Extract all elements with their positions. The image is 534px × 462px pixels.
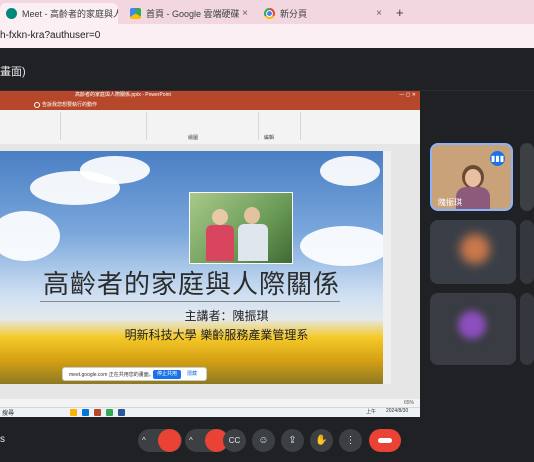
tab-label: 新分頁: [280, 9, 308, 19]
body-shape: [206, 225, 234, 261]
powerpoint-title-bar: 高齡者的家庭與人際關係.pptx - PowerPoint — ▢ ✕: [0, 91, 420, 100]
ribbon-group-drawing[interactable]: 繪圖: [148, 112, 259, 141]
present-icon[interactable]: ⇪: [281, 429, 304, 452]
cloud-shape: [300, 226, 383, 266]
slide-affiliation: 明新科技大學 樂齡服務產業管理系: [124, 328, 309, 342]
more-options-icon[interactable]: ⋮: [339, 429, 362, 452]
edge-icon[interactable]: [82, 409, 89, 416]
slide-title: 高齡者的家庭與人際關係: [42, 270, 340, 300]
participant-tile-partial[interactable]: [520, 220, 534, 284]
avatar: [458, 311, 486, 339]
meeting-info-glyph: s: [0, 434, 5, 445]
vertical-scrollbar[interactable]: [383, 151, 391, 384]
chevron-up-icon[interactable]: ^: [142, 429, 146, 452]
drive-icon: [130, 8, 141, 19]
emoji-icon[interactable]: ☺: [252, 429, 275, 452]
slide-area: 高齡者的家庭與人際關係 主講者：隗振琪 明新科技大學 樂齡服務產業管理系: [0, 144, 420, 399]
speaking-indicator-icon: ▮▮▮: [490, 151, 505, 166]
raise-hand-icon[interactable]: ✋: [310, 429, 333, 452]
ribbon-group-editing[interactable]: 編輯: [260, 112, 301, 141]
meeting-title: 畫面): [0, 66, 26, 78]
chevron-up-icon[interactable]: ^: [189, 429, 193, 452]
close-icon[interactable]: ×: [376, 8, 382, 19]
face-shape: [244, 207, 260, 224]
window-controls[interactable]: — ▢ ✕: [399, 91, 416, 100]
tab-new[interactable]: 新分頁 ×: [258, 3, 388, 24]
cloud-shape: [0, 211, 60, 261]
windows-taskbar: 搜尋 上午 2024/8/30: [0, 407, 420, 417]
participant-tile-blurred[interactable]: [430, 293, 516, 365]
folder-icon[interactable]: [70, 409, 77, 416]
participant-tile-partial[interactable]: [520, 293, 534, 365]
participant-tile-partial[interactable]: [520, 143, 534, 211]
cloud-shape: [80, 156, 150, 184]
mic-off-icon[interactable]: [158, 429, 181, 452]
zoom-level[interactable]: 65%: [404, 399, 414, 407]
stop-sharing-button[interactable]: 停止共用: [153, 370, 182, 379]
elderly-couple-photo: [189, 192, 293, 264]
clock-time: 上午: [366, 409, 377, 415]
tab-drive[interactable]: 首頁 - Google 雲端硬碟 ×: [124, 3, 254, 24]
word-icon[interactable]: [118, 409, 125, 416]
face-shape: [212, 209, 228, 225]
ribbon-group-font[interactable]: [0, 112, 61, 140]
shared-screen: 高齡者的家庭與人際關係.pptx - PowerPoint — ▢ ✕ 告訴我您…: [0, 91, 420, 417]
slide: 高齡者的家庭與人際關係 主講者：隗振琪 明新科技大學 樂齡服務產業管理系: [0, 151, 383, 384]
ribbon-label-editing: 編輯: [264, 135, 275, 141]
cloud-shape: [320, 156, 380, 186]
taskbar-search[interactable]: 搜尋: [2, 408, 14, 417]
notification-text: meet.google.com 正在共用您的畫面。: [69, 372, 154, 378]
participant-face: [465, 169, 481, 187]
powerpoint-icon[interactable]: [94, 409, 101, 416]
meet-icon: [6, 8, 17, 19]
meet-header: [0, 48, 534, 91]
ribbon-tabs: 告訴我您想要執行的動作: [0, 100, 420, 110]
tab-label: 首頁 - Google 雲端硬碟: [146, 9, 240, 19]
body-shape: [238, 224, 268, 261]
close-icon[interactable]: ×: [242, 8, 248, 19]
phone-hangup-icon: [378, 438, 392, 443]
window-title: 高齡者的家庭與人際關係.pptx - PowerPoint: [75, 92, 171, 98]
new-tab-button[interactable]: +: [396, 5, 404, 20]
title-divider: [40, 301, 340, 302]
tab-label: Meet - 高齡者的家庭與人際: [22, 9, 118, 19]
tell-me-box[interactable]: 告訴我您想要執行的動作: [34, 100, 97, 110]
ribbon-group-paragraph[interactable]: [62, 112, 147, 140]
tell-me-text: 告訴我您想要執行的動作: [42, 102, 98, 108]
participant-name: 隗振琪: [438, 198, 462, 207]
lightbulb-icon: [34, 102, 40, 108]
hide-button[interactable]: 隱藏: [183, 370, 201, 379]
avatar: [460, 234, 490, 264]
powerpoint-status-bar: 65%: [0, 399, 420, 407]
screen-share-notification: meet.google.com 正在共用您的畫面。 停止共用 隱藏: [62, 367, 207, 381]
ribbon: 繪圖 編輯: [0, 110, 420, 145]
tab-meet[interactable]: Meet - 高齡者的家庭與人際 ×: [0, 3, 118, 24]
ribbon-label-drawing: 繪圖: [188, 135, 199, 141]
clock-date: 2024/8/30: [386, 408, 409, 414]
participant-tile-blurred[interactable]: [430, 220, 516, 284]
slide-speaker: 主講者：隗振琪: [184, 309, 269, 323]
captions-button[interactable]: CC: [223, 429, 246, 452]
mic-toggle-button[interactable]: ^: [138, 429, 182, 452]
chrome-taskbar-icon[interactable]: [106, 409, 113, 416]
url-text[interactable]: h-fxkn-kra?authuser=0: [0, 30, 100, 41]
chrome-icon: [264, 8, 275, 19]
end-call-button[interactable]: [369, 429, 401, 452]
